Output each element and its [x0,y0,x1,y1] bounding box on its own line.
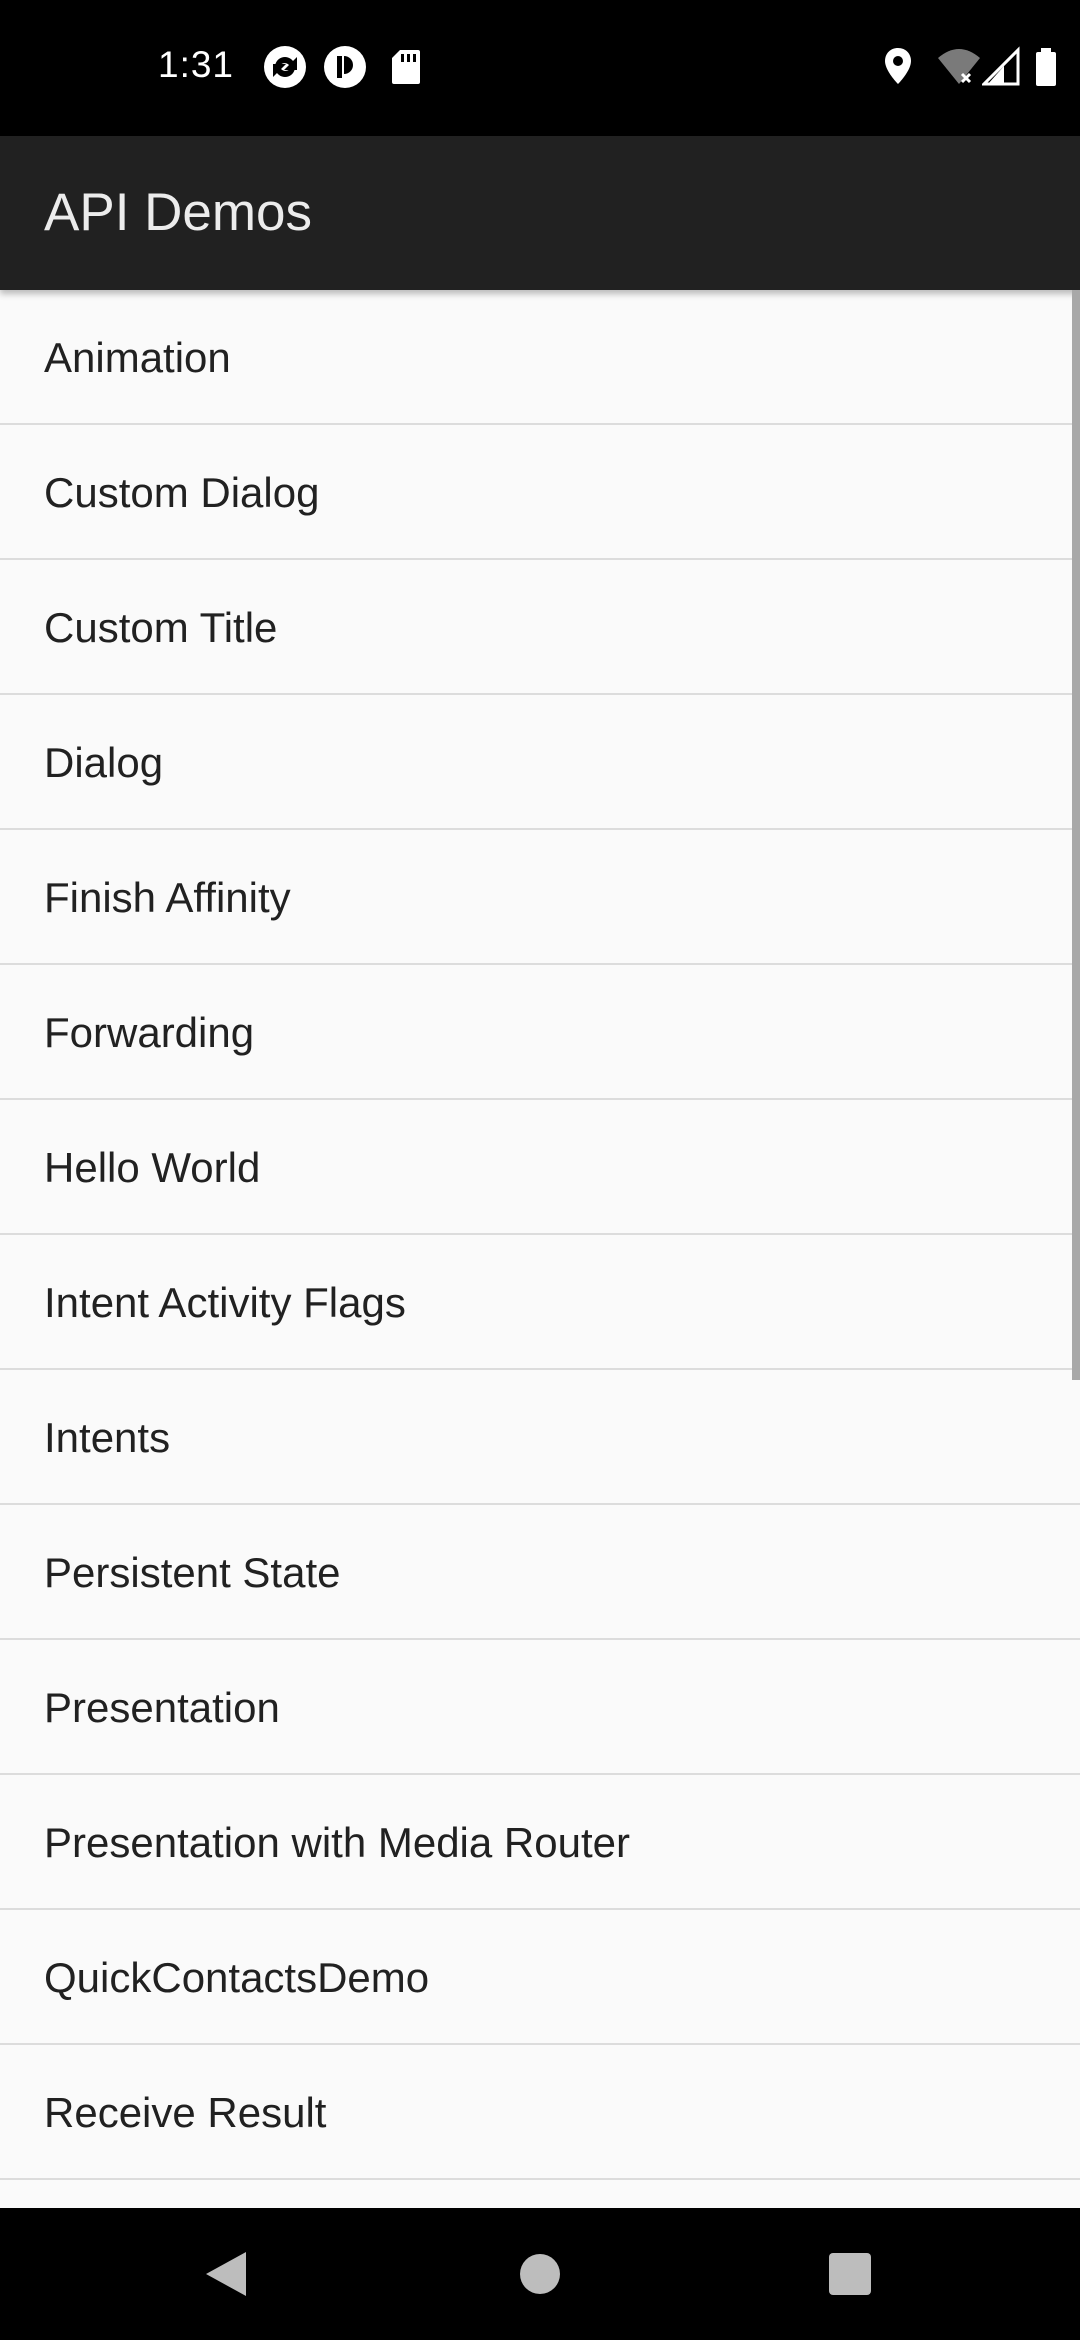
list-item-custom-dialog[interactable]: Custom Dialog [0,425,1080,560]
list-item-quick-contacts-demo[interactable]: QuickContactsDemo [0,1910,1080,2045]
battery-icon [1036,48,1056,86]
cell-signal-icon [982,46,1020,86]
list-item-dialog[interactable]: Dialog [0,695,1080,830]
list-item-presentation[interactable]: Presentation [0,1640,1080,1775]
list-item-intents[interactable]: Intents [0,1370,1080,1505]
list-item-finish-affinity[interactable]: Finish Affinity [0,830,1080,965]
screen: 1:31 API Demos Animation Custom Dialog C… [0,0,1080,2340]
list-item-label: Animation [44,334,231,381]
location-icon [885,48,911,84]
list-item-label: QuickContactsDemo [44,1954,430,2001]
sd-card-icon [392,50,420,84]
scrollbar[interactable] [1072,290,1080,1380]
list-item-label: Presentation [44,1684,280,1731]
list-item-label: Custom Title [44,604,278,651]
sync-icon [264,46,306,88]
list-item-forwarding[interactable]: Forwarding [0,965,1080,1100]
list-item-animation[interactable]: Animation [0,290,1080,425]
wifi-off-icon [938,49,980,84]
app-bar: API Demos [0,136,1080,290]
list-item-hello-world[interactable]: Hello World [0,1100,1080,1235]
list-item-label: Dialog [44,739,164,786]
list-item-label: Intent Activity Flags [44,1279,406,1326]
back-icon[interactable] [196,2244,256,2304]
list-item-label: Persistent State [44,1549,341,1596]
app-title: API Demos [44,183,313,242]
list-item-label: Finish Affinity [44,874,291,921]
list-item-label: Receive Result [44,2089,327,2136]
list-item-receive-result[interactable]: Receive Result [0,2045,1080,2180]
list-item-presentation-with-media-router[interactable]: Presentation with Media Router [0,1775,1080,1910]
list-item-label: Intents [44,1414,171,1461]
list-item-intent-activity-flags[interactable]: Intent Activity Flags [0,1235,1080,1370]
list-item-partial[interactable] [0,2180,1080,2208]
list-item-label: Forwarding [44,1009,255,1056]
home-icon[interactable] [510,2244,570,2304]
app-notification-icon [324,46,366,88]
status-time: 1:31 [158,44,235,85]
recents-icon[interactable] [820,2244,880,2304]
list-item-persistent-state[interactable]: Persistent State [0,1505,1080,1640]
status-bar: 1:31 [0,0,1080,136]
list-item-label: Hello World [44,1144,261,1191]
demo-list[interactable]: Animation Custom Dialog Custom Title Dia… [0,290,1080,2208]
nav-bar [0,2208,1080,2340]
list-item-label: Presentation with Media Router [44,1819,630,1866]
list-item-custom-title[interactable]: Custom Title [0,560,1080,695]
list-item-label: Custom Dialog [44,469,320,516]
